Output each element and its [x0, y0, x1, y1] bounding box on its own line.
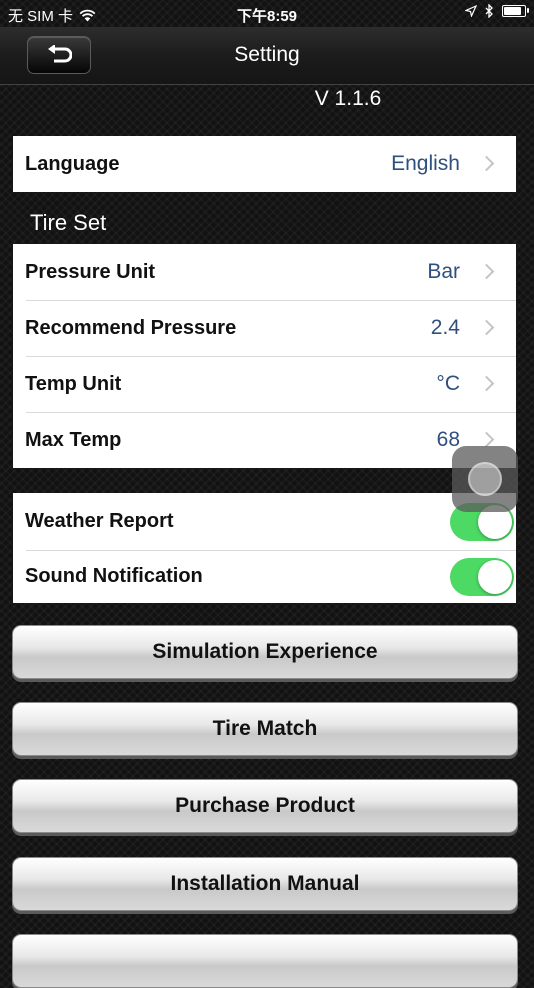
temp-unit-row[interactable]: Temp Unit °C	[13, 356, 516, 412]
weather-report-label: Weather Report	[25, 510, 174, 532]
purchase-product-button[interactable]: Purchase Product	[12, 779, 518, 833]
row-value: °C	[436, 372, 460, 395]
weather-report-row: Weather Report	[13, 493, 516, 550]
pressure-unit-row[interactable]: Pressure Unit Bar	[13, 244, 516, 300]
sound-notification-row: Sound Notification	[13, 550, 516, 603]
row-label: Recommend Pressure	[25, 316, 237, 339]
max-temp-row[interactable]: Max Temp 68	[13, 412, 516, 468]
tire-match-button[interactable]: Tire Match	[12, 702, 518, 756]
page-title: Setting	[234, 43, 300, 66]
battery-fill	[504, 7, 522, 15]
chevron-right-icon	[478, 431, 495, 448]
row-label: Temp Unit	[25, 372, 122, 395]
location-arrow-icon	[465, 5, 477, 17]
toggle-knob	[478, 560, 512, 594]
chevron-right-icon	[478, 319, 495, 336]
version-label: V 1.1.6	[314, 87, 382, 110]
toggle-group: Weather Report Sound Notification	[13, 493, 516, 603]
language-label: Language	[25, 152, 120, 175]
row-label: Pressure Unit	[25, 260, 156, 283]
simulation-experience-button[interactable]: Simulation Experience	[12, 625, 518, 679]
next-button-partial[interactable]	[12, 934, 518, 988]
row-value: Bar	[427, 260, 460, 283]
language-value: English	[391, 152, 460, 175]
chevron-right-icon	[478, 375, 495, 392]
status-bar: 无 SIM 卡 下午8:59	[0, 0, 534, 27]
assistive-touch-icon	[468, 462, 502, 496]
tire-set-header: Tire Set	[30, 210, 107, 235]
row-value: 2.4	[430, 316, 460, 339]
recommend-pressure-row[interactable]: Recommend Pressure 2.4	[13, 300, 516, 356]
installation-manual-button[interactable]: Installation Manual	[12, 857, 518, 911]
sound-notification-toggle[interactable]	[450, 558, 514, 596]
row-label: Max Temp	[25, 428, 122, 451]
status-time: 下午8:59	[236, 8, 298, 25]
language-group: Language English	[13, 136, 516, 192]
tire-set-group: Pressure Unit Bar Recommend Pressure 2.4…	[13, 244, 516, 468]
sound-notification-label: Sound Notification	[25, 565, 203, 587]
status-right	[465, 4, 529, 18]
bluetooth-icon	[485, 4, 493, 18]
language-row[interactable]: Language English	[13, 136, 516, 192]
chevron-right-icon	[478, 155, 495, 172]
battery-icon	[502, 5, 529, 17]
assistive-touch-button[interactable]	[452, 446, 518, 512]
navigation-bar: Setting	[0, 27, 534, 85]
chevron-right-icon	[478, 263, 495, 280]
